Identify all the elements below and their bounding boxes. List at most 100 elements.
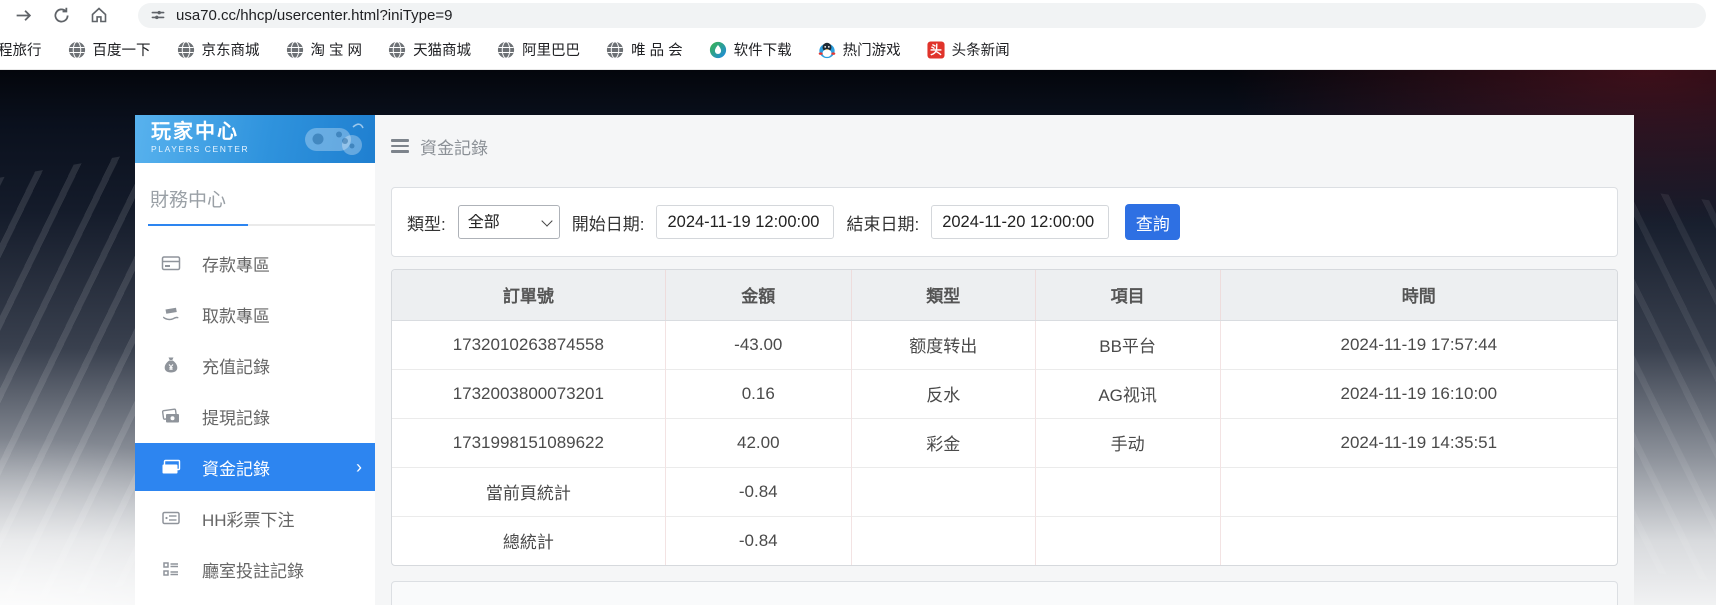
menu-item-icon [161,406,181,426]
sidebar-item-6[interactable]: HH彩票下注 [135,494,375,542]
table-cell: 额度转出 [851,320,1035,369]
browser-chrome: usa70.cc/hhcp/usercenter.html?iniType=9 … [0,0,1716,70]
game-icon [818,41,836,59]
news-icon: 头 [927,41,945,59]
bookmark-item[interactable]: 头头条新闻 [927,39,1010,60]
table-cell: 彩金 [851,418,1035,467]
table-cell: -43.00 [665,320,851,369]
address-bar[interactable]: usa70.cc/hhcp/usercenter.html?iniType=9 [138,3,1706,28]
table-row: 1732010263874558-43.00额度转出BB平台2024-11-19… [392,320,1617,369]
sidebar-item-3[interactable]: 充值記錄 [135,341,375,389]
software-icon [709,41,727,59]
bookmark-item[interactable]: 软件下载 [709,39,792,60]
column-header: 金額 [665,270,851,320]
sidebar: 玩家中心 PLAYERS CENTER 財務中心 存款專區取款專區充值記錄提現記… [135,115,375,605]
browser-window: usa70.cc/hhcp/usercenter.html?iniType=9 … [0,0,1716,605]
menu-item-icon [161,508,181,528]
menu-item-icon [161,355,181,375]
page-title: 資金記錄 [420,134,488,159]
bookmark-label: 阿里巴巴 [522,39,580,60]
sidebar-header: 玩家中心 PLAYERS CENTER [135,115,375,163]
records-table: 訂單號金額類型項目時間 1732010263874558-43.00额度转出BB… [392,270,1617,565]
table-row: 173199815108962242.00彩金手动2024-11-19 14:3… [392,418,1617,467]
chevron-right-icon: › [356,457,362,478]
globe-icon [286,41,304,59]
end-date-input[interactable] [931,205,1109,239]
column-header: 類型 [851,270,1035,320]
menu-item-label: 廳室投註記錄 [202,557,304,582]
menu-item-label: 取款專區 [202,302,270,327]
bookmark-label: 热门游戏 [843,39,901,60]
records-table-card: 訂單號金額類型項目時間 1732010263874558-43.00额度转出BB… [391,269,1618,566]
main-header: 資金記錄 [391,121,1618,171]
search-button[interactable]: 查詢 [1125,204,1180,240]
type-select[interactable]: 全部 [458,205,560,239]
browser-toolbar: usa70.cc/hhcp/usercenter.html?iniType=9 [0,0,1716,30]
table-cell: -0.84 [665,516,851,565]
start-date-input[interactable] [656,205,834,239]
table-cell: 2024-11-19 17:57:44 [1220,320,1617,369]
bookmark-item[interactable]: 唯 品 会 [606,39,683,60]
bookmark-label: 头条新闻 [952,39,1010,60]
bookmark-item[interactable]: 京东商城 [177,39,260,60]
pagination-panel [391,581,1618,605]
sidebar-item-2[interactable]: 取款專區 [135,290,375,338]
bookmark-label: 百度一下 [93,39,151,60]
sidebar-menu: 存款專區取款專區充值記錄提現記錄資金記錄› HH彩票下注廳室投註記錄 [135,239,375,593]
globe-icon [388,41,406,59]
sidebar-item-7[interactable]: 廳室投註記錄 [135,545,375,593]
gamepad-icon [301,119,367,163]
reload-button[interactable] [48,2,74,28]
globe-icon [497,41,515,59]
table-header-row: 訂單號金額類型項目時間 [392,270,1617,320]
forward-arrow-icon [14,6,33,25]
menu-toggle-icon[interactable] [391,139,409,153]
table-cell: -0.84 [665,467,851,516]
bookmarks-bar: 程旅行 百度一下 京东商城 淘 宝 网 天猫商城 阿里巴巴 唯 品 会 软件下载 热门游戏 头头条… [0,30,1716,70]
table-cell [851,516,1035,565]
table-cell: 42.00 [665,418,851,467]
url-text[interactable]: usa70.cc/hhcp/usercenter.html?iniType=9 [176,7,452,24]
table-cell: 手动 [1035,418,1220,467]
table-cell [1035,467,1220,516]
table-cell: 1731998151089622 [392,418,665,467]
table-cell: 2024-11-19 16:10:00 [1220,369,1617,418]
page-background: 玩家中心 PLAYERS CENTER 財務中心 存款專區取款專區充值記錄提現記… [0,70,1716,605]
bookmark-item[interactable]: 阿里巴巴 [497,39,580,60]
bookmark-item[interactable]: 热门游戏 [818,39,901,60]
table-cell: 當前頁統計 [392,467,665,516]
type-label: 類型: [407,210,446,235]
table-cell: 總統計 [392,516,665,565]
table-cell [1035,516,1220,565]
bookmark-label: 唯 品 会 [631,39,683,60]
bookmark-item[interactable]: 天猫商城 [388,39,471,60]
reload-icon [52,6,71,25]
table-row: 當前頁統計-0.84 [392,467,1617,516]
menu-item-label: HH彩票下注 [202,506,295,531]
sidebar-item-5[interactable]: 資金記錄› [135,443,375,491]
filter-bar: 類型: 全部 開始日期: 結束日期: 查詢 [391,187,1618,257]
bookmark-item[interactable]: 程旅行 [0,39,42,60]
site-settings-icon [150,7,166,23]
column-header: 項目 [1035,270,1220,320]
bookmark-item[interactable]: 淘 宝 网 [286,39,363,60]
menu-item-label: 充值記錄 [202,353,270,378]
table-cell: 2024-11-19 14:35:51 [1220,418,1617,467]
sidebar-item-4[interactable]: 提現記錄 [135,392,375,440]
table-cell [1220,516,1617,565]
menu-item-label: 提現記錄 [202,404,270,429]
table-cell: 1732003800073201 [392,369,665,418]
forward-button[interactable] [10,2,36,28]
bookmark-item[interactable]: 百度一下 [68,39,151,60]
globe-icon [177,41,195,59]
bookmark-label: 京东商城 [202,39,260,60]
bookmark-label: 淘 宝 网 [311,39,363,60]
sidebar-item-1[interactable]: 存款專區 [135,239,375,287]
table-row: 總統計-0.84 [392,516,1617,565]
bookmark-label: 天猫商城 [413,39,471,60]
start-date-label: 開始日期: [572,210,645,235]
bookmark-label: 程旅行 [0,39,42,60]
menu-item-icon [161,304,181,324]
column-header: 訂單號 [392,270,665,320]
home-button[interactable] [86,2,112,28]
